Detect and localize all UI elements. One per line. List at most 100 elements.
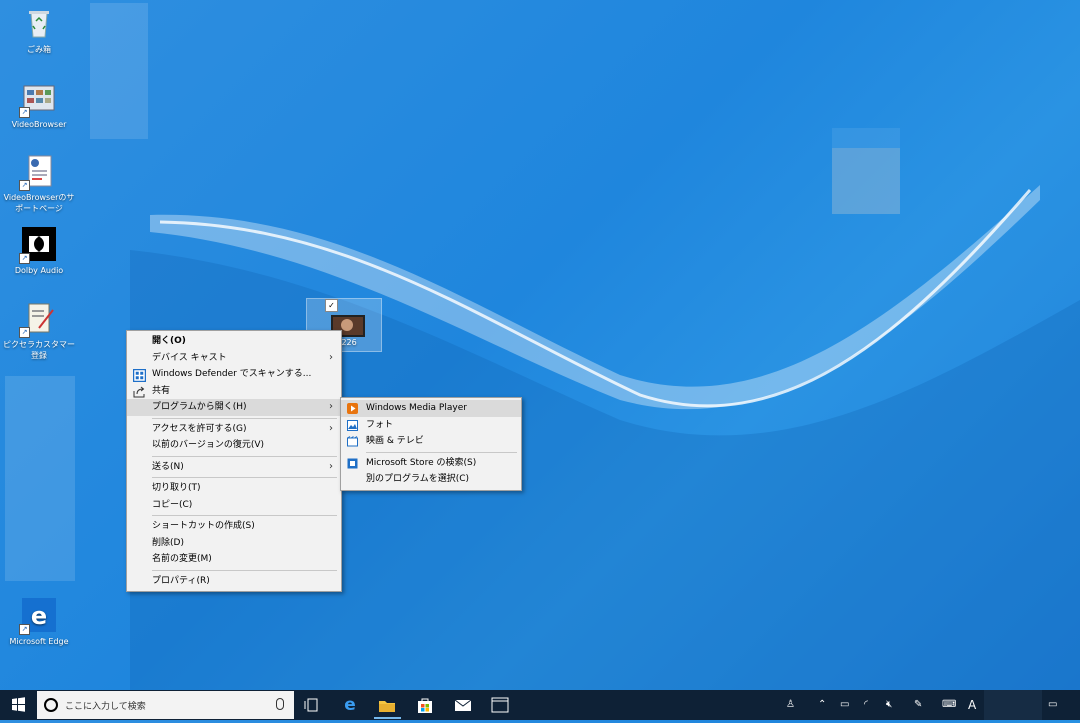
cortana-icon <box>44 698 58 712</box>
submenu-item-photos[interactable]: フォト <box>341 417 521 434</box>
submenu-item-movies-tv[interactable]: 映画 & テレビ <box>341 433 521 450</box>
shortcut-arrow-icon: ↗ <box>19 253 30 264</box>
microphone-icon[interactable] <box>276 698 284 710</box>
menu-item-send-to[interactable]: 送る(N) › <box>127 459 341 476</box>
menu-separator <box>152 515 337 516</box>
desktop-icon-dolby-audio[interactable]: ↗ Dolby Audio <box>0 226 78 276</box>
volume-mute-icon[interactable]: 🔇︎ <box>886 697 892 713</box>
menu-item-label: 名前の変更(M) <box>152 554 212 564</box>
mail-icon[interactable] <box>453 695 473 715</box>
menu-item-label: コピー(C) <box>152 499 193 510</box>
window-app-icon[interactable] <box>490 695 510 715</box>
menu-item-cut[interactable]: 切り取り(T) <box>127 480 341 497</box>
menu-item-open-with[interactable]: プログラムから開く(H) › <box>127 399 341 416</box>
menu-separator <box>152 569 337 571</box>
icon-label: Microsoft Edge <box>9 637 69 646</box>
recycle-bin-icon <box>21 5 57 41</box>
icon-label: VideoBrowserのサポートページ <box>3 193 75 213</box>
notification-center-icon[interactable]: ▭ <box>1048 697 1057 713</box>
taskbar-search-box[interactable]: ここに入力して検索 <box>37 691 294 719</box>
menu-item-give-access[interactable]: アクセスを許可する(G) › <box>127 421 341 438</box>
submenu-item-label: 別のプログラムを選択(C) <box>366 474 470 484</box>
icon-label: ピクセラカスタマー登録 <box>3 340 75 360</box>
menu-item-label: 以前のバージョンの復元(V) <box>152 440 264 450</box>
menu-item-label: 削除(D) <box>152 537 184 548</box>
submenu-item-store-search[interactable]: Microsoft Store の検索(S) <box>341 455 521 472</box>
battery-icon[interactable]: ▭ <box>840 697 849 713</box>
menu-item-label: プログラムから開く(H) <box>152 402 247 412</box>
dolby-icon: ↗ <box>19 226 57 264</box>
icon-label: ごみ箱 <box>27 45 51 54</box>
shortcut-arrow-icon: ↗ <box>19 327 30 338</box>
start-button[interactable] <box>0 690 36 720</box>
active-app-indicator <box>374 717 401 719</box>
submenu-item-label: Microsoft Store の検索(S) <box>366 457 477 468</box>
clock-area[interactable] <box>984 690 1042 720</box>
windows-defender-icon <box>133 369 146 382</box>
people-icon[interactable]: ♙ <box>786 697 795 713</box>
desktop-icon-recycle-bin[interactable]: ごみ箱 <box>0 5 78 55</box>
windows-media-player-icon <box>347 403 358 414</box>
chevron-up-icon[interactable]: ⌃ <box>818 697 826 713</box>
menu-item-label: 送る(N) <box>152 461 184 472</box>
submenu-item-label: Windows Media Player <box>366 403 467 413</box>
chevron-right-icon: › <box>329 422 333 434</box>
desktop-icon-videobrowser[interactable]: ↗ VideoBrowser <box>0 80 78 130</box>
menu-item-label: 切り取り(T) <box>152 483 201 493</box>
menu-item-share[interactable]: 共有 <box>127 383 341 400</box>
menu-item-label: プロパティ(R) <box>152 575 210 586</box>
movies-tv-icon <box>347 436 358 447</box>
shortcut-arrow-icon: ↗ <box>19 180 30 191</box>
menu-separator <box>152 417 337 419</box>
desktop-icon-pixela-registration[interactable]: ↗ ピクセラカスタマー登録 <box>0 300 78 361</box>
open-with-submenu: Windows Media Player フォト 映画 & テレビ Micros… <box>340 397 522 491</box>
store-taskbar-icon[interactable] <box>415 695 435 715</box>
tile <box>832 148 900 214</box>
registration-form-icon: ↗ <box>19 300 57 338</box>
wifi-icon[interactable]: ◜ <box>864 697 868 713</box>
menu-item-defender-scan[interactable]: Windows Defender でスキャンする... <box>127 366 341 383</box>
menu-item-open[interactable]: 開く(O) <box>127 333 341 350</box>
tile <box>832 128 900 148</box>
web-page-icon: ↗ <box>19 153 57 191</box>
ime-mode-indicator[interactable]: A <box>968 697 976 713</box>
edge-taskbar-icon[interactable]: e <box>340 695 360 715</box>
menu-item-rename[interactable]: 名前の変更(M) <box>127 551 341 568</box>
menu-item-create-shortcut[interactable]: ショートカットの作成(S) <box>127 518 341 535</box>
menu-item-label: アクセスを許可する(G) <box>152 423 247 434</box>
desktop-icon-microsoft-edge[interactable]: e ↗ Microsoft Edge <box>0 597 78 647</box>
menu-item-label: ショートカットの作成(S) <box>152 521 255 531</box>
task-view-icon[interactable] <box>302 695 322 715</box>
menu-item-copy[interactable]: コピー(C) <box>127 497 341 514</box>
selection-checkbox[interactable]: ✓ <box>325 299 338 312</box>
menu-item-delete[interactable]: 削除(D) <box>127 535 341 552</box>
shortcut-arrow-icon: ↗ <box>19 624 30 635</box>
file-explorer-icon[interactable] <box>377 695 397 715</box>
svg-text:e: e <box>31 602 47 630</box>
videobrowser-icon: ↗ <box>19 80 57 118</box>
desktop-icon-videobrowser-support[interactable]: ↗ VideoBrowserのサポートページ <box>0 153 78 214</box>
chevron-right-icon: › <box>329 401 333 412</box>
windows-logo-icon <box>12 697 25 712</box>
submenu-item-windows-media-player[interactable]: Windows Media Player <box>341 400 521 417</box>
menu-separator <box>152 455 337 457</box>
icon-label: Dolby Audio <box>14 266 64 275</box>
menu-item-cast[interactable]: デバイス キャスト › <box>127 350 341 367</box>
keyboard-icon[interactable]: ⌨ <box>942 697 956 713</box>
icon-label: VideoBrowser <box>11 120 67 129</box>
submenu-item-label: フォト <box>366 419 394 430</box>
menu-item-label: Windows Defender でスキャンする... <box>152 369 312 379</box>
menu-item-restore-versions[interactable]: 以前のバージョンの復元(V) <box>127 437 341 454</box>
microsoft-store-icon <box>347 458 358 469</box>
desktop: ごみ箱 ↗ VideoBrowser ↗ VideoBrowserのサポートペー… <box>0 0 1080 690</box>
chevron-right-icon: › <box>329 460 333 472</box>
share-icon <box>133 386 145 397</box>
submenu-item-choose-program[interactable]: 別のプログラムを選択(C) <box>341 471 521 488</box>
menu-item-properties[interactable]: プロパティ(R) <box>127 573 341 590</box>
tile <box>5 376 75 581</box>
pen-icon[interactable]: ✎ <box>914 697 922 713</box>
menu-item-label: 開く(O) <box>152 336 186 346</box>
search-placeholder: ここに入力して検索 <box>65 702 146 712</box>
submenu-item-label: 映画 & テレビ <box>366 436 424 446</box>
tile <box>90 3 148 139</box>
